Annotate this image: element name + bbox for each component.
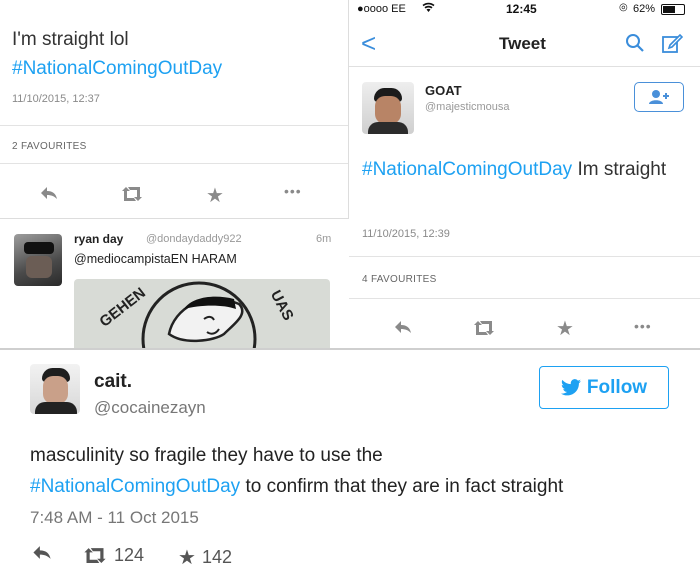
retweet-count: 124 bbox=[114, 545, 145, 565]
divider bbox=[0, 125, 348, 126]
divider bbox=[349, 298, 700, 299]
cait-tweet-text: masculinity so fragile they have to use … bbox=[30, 445, 564, 497]
clock: 12:45 bbox=[506, 2, 537, 16]
compose-icon[interactable] bbox=[661, 32, 684, 59]
more-icon[interactable]: ••• bbox=[634, 318, 652, 334]
retweet-icon[interactable] bbox=[120, 186, 144, 202]
favourite-star-icon[interactable]: ★ bbox=[556, 316, 574, 341]
follow-label: Follow bbox=[586, 376, 648, 398]
back-button[interactable]: < bbox=[361, 28, 376, 59]
reply-icon[interactable] bbox=[40, 186, 58, 200]
retweet-icon[interactable] bbox=[472, 320, 496, 336]
left-tweet-text: I'm straight lol #NationalComingOutDay bbox=[12, 25, 222, 83]
carrier-signal: ●oooo EE bbox=[357, 3, 406, 15]
retweet-button[interactable]: 124 bbox=[82, 545, 144, 566]
divider bbox=[349, 256, 700, 257]
goat-name[interactable]: GOAT bbox=[425, 83, 462, 98]
cait-name[interactable]: cait. bbox=[94, 371, 132, 393]
reply-icon[interactable] bbox=[32, 545, 52, 560]
goat-avatar[interactable] bbox=[362, 82, 414, 134]
twitter-bird-icon bbox=[560, 379, 581, 396]
tweet-nav-bar: < Tweet bbox=[349, 20, 700, 67]
left-tweet-favourites[interactable]: 2 FAVOURITES bbox=[12, 141, 87, 152]
ios-status-bar: ●oooo EE 12:45 ◎ 62% bbox=[349, 0, 700, 20]
reply-icon[interactable] bbox=[394, 320, 412, 334]
goat-tweet-timestamp: 11/10/2015, 12:39 bbox=[362, 228, 450, 240]
cait-tweet-hashtag[interactable]: #NationalComingOutDay bbox=[30, 476, 240, 497]
ryan-day-time: 6m bbox=[316, 233, 332, 245]
wifi-icon bbox=[422, 2, 435, 16]
cait-handle[interactable]: @cocainezayn bbox=[94, 398, 206, 418]
ryan-day-avatar[interactable] bbox=[14, 234, 62, 286]
goat-handle[interactable]: @majesticmousa bbox=[425, 101, 510, 113]
like-button[interactable]: ★ 142 bbox=[178, 545, 232, 570]
nav-title: Tweet bbox=[499, 34, 546, 53]
cait-tweet-timestamp[interactable]: 7:48 AM - 11 Oct 2015 bbox=[30, 508, 199, 528]
location-icon: ◎ bbox=[619, 2, 628, 13]
like-count: 142 bbox=[201, 547, 232, 567]
favourite-star-icon[interactable]: ★ bbox=[206, 183, 224, 208]
ryan-day-name[interactable]: ryan day bbox=[74, 232, 123, 246]
search-icon[interactable] bbox=[625, 33, 645, 58]
goat-tweet-hashtag[interactable]: #NationalComingOutDay bbox=[362, 159, 572, 180]
more-icon[interactable]: ••• bbox=[284, 183, 302, 199]
divider bbox=[0, 163, 348, 164]
goat-tweet-favourites[interactable]: 4 FAVOURITES bbox=[362, 274, 437, 285]
reply-media-image[interactable]: GEHEN UAS bbox=[74, 279, 330, 348]
left-tweet-timestamp: 11/10/2015, 12:37 bbox=[12, 93, 100, 105]
favourite-star-icon: ★ bbox=[178, 547, 196, 569]
ryan-day-text: @mediocampistaEN HARAM bbox=[74, 252, 237, 266]
retweet-icon bbox=[84, 548, 106, 563]
add-user-icon bbox=[649, 90, 669, 104]
left-tweet-hashtag[interactable]: #NationalComingOutDay bbox=[12, 54, 222, 83]
cait-avatar[interactable] bbox=[30, 364, 80, 414]
goat-tweet-text: #NationalComingOutDay Im straight bbox=[362, 159, 667, 180]
battery-percent: 62% bbox=[633, 3, 656, 15]
follow-button[interactable]: Follow bbox=[539, 366, 669, 409]
follow-user-button[interactable] bbox=[634, 82, 684, 112]
ryan-day-handle[interactable]: @dondaydaddy922 bbox=[146, 233, 242, 245]
battery-icon bbox=[661, 4, 685, 15]
